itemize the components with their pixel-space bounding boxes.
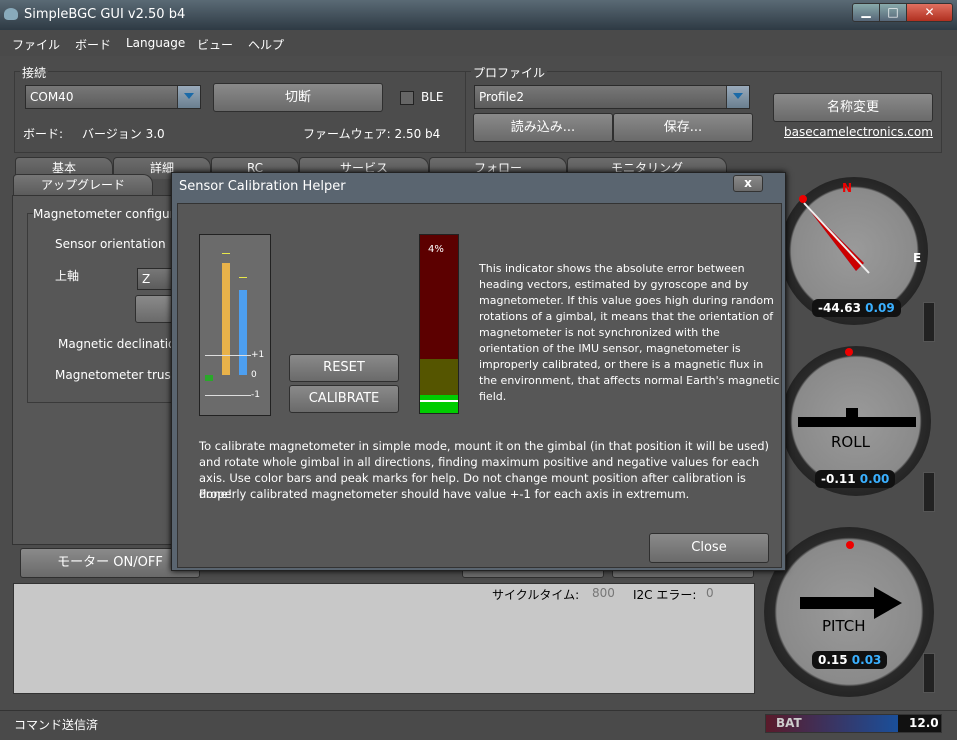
y-axis-bar [239, 290, 247, 375]
profile-select[interactable]: Profile2 [474, 85, 750, 109]
pitch-side-bar [923, 653, 935, 693]
heading-value-2: 0.09 [865, 301, 895, 315]
indicator-description: This indicator shows the absolute error … [479, 262, 780, 403]
top-axis-label: 上軸 [55, 269, 80, 283]
roll-label: ROLL [831, 433, 870, 451]
roll-side-bar [923, 472, 935, 512]
port-select[interactable]: COM40 [25, 85, 201, 109]
ble-checkbox[interactable] [400, 91, 414, 105]
menu-board[interactable]: ボード [75, 36, 111, 53]
calibration-dialog: Sensor Calibration Helper x +1 0 -1 4% R… [171, 172, 786, 571]
chevron-down-icon [726, 86, 749, 108]
roll-center-icon [846, 408, 858, 420]
heading-value-1: -44.63 [818, 301, 861, 315]
disconnect-button[interactable]: 切断 [213, 83, 383, 112]
error-percent: 4% [428, 244, 444, 255]
save-profile-button[interactable]: 保存... [613, 113, 753, 142]
close-window-button[interactable]: ✕ [906, 3, 953, 22]
board-version: バージョン 3.0 [82, 127, 165, 141]
status-text: コマンド送信済 [14, 718, 99, 732]
x-axis-bar [222, 263, 230, 375]
top-axis-value: Z [142, 272, 151, 286]
port-value: COM40 [30, 90, 74, 104]
pitch-marker-icon [846, 541, 854, 549]
maximize-button[interactable]: □ [879, 3, 907, 22]
connection-label: 接続 [20, 64, 49, 81]
mag-config-title: Magnetometer configurati [33, 207, 190, 221]
load-profile-button[interactable]: 読み込み... [473, 113, 613, 142]
cycle-time-label: サイクルタイム: [492, 588, 580, 602]
error-indicator: 4% [419, 234, 459, 414]
dialog-close-x-button[interactable]: x [733, 175, 763, 192]
profile-value: Profile2 [479, 90, 524, 104]
calibrate-button[interactable]: CALIBRATE [289, 385, 399, 413]
app-icon [4, 8, 18, 20]
menu-language[interactable]: Language [126, 36, 185, 50]
firmware-version: ファームウェア: 2.50 b4 [303, 127, 441, 141]
minimize-button[interactable]: ▁ [852, 3, 880, 22]
menu-view[interactable]: ビュー [197, 36, 233, 53]
declination-label: Magnetic declination [58, 337, 183, 351]
roll-value-1: -0.11 [821, 472, 856, 486]
i2c-error-value: 0 [706, 586, 714, 600]
pitch-label: PITCH [822, 617, 866, 635]
title-bar: SimpleBGC GUI v2.50 b4 ▁ □ ✕ [0, 0, 957, 30]
dialog-title: Sensor Calibration Helper [179, 179, 346, 194]
x-axis-peak [222, 253, 230, 254]
cycle-time-value: 800 [592, 586, 615, 600]
sensor-orientation-label: Sensor orientation [55, 237, 166, 251]
y-axis-peak [239, 277, 247, 278]
pitch-value-2: 0.03 [851, 653, 882, 667]
roll-marker-icon [845, 348, 853, 356]
pitch-arrow-icon [800, 587, 902, 619]
heading-east-label: E [913, 251, 922, 265]
error-olive-zone [420, 359, 458, 395]
website-link[interactable]: basecamelectronics.com [784, 125, 933, 139]
menu-file[interactable]: ファイル [12, 36, 60, 53]
axis-label-plus-one: +1 [251, 350, 265, 360]
heading-side-bar [923, 302, 935, 342]
roll-gauge: ROLL -0.11 0.00 [781, 346, 931, 496]
battery-label: BAT [776, 716, 802, 730]
roll-value-2: 0.00 [859, 472, 890, 486]
ble-label: BLE [421, 90, 444, 104]
pitch-value-1: 0.15 [818, 653, 848, 667]
pitch-values: 0.15 0.03 [812, 651, 888, 669]
plus-one-line [205, 355, 251, 356]
compass-needle-icon [803, 202, 870, 274]
menu-help[interactable]: ヘルプ [248, 36, 284, 53]
battery-bar: BAT 12.0 [765, 714, 942, 733]
reset-button[interactable]: RESET [289, 354, 399, 382]
tab-upgrade[interactable]: アップグレード [13, 174, 153, 196]
i2c-error-label: I2C エラー: [633, 588, 697, 602]
axis-label-minus-one: -1 [251, 390, 260, 400]
calibration-note: Properly calibrated magnetometer should … [199, 487, 690, 501]
error-level-mark [420, 400, 458, 402]
axis-label-zero: 0 [251, 370, 257, 380]
minus-one-line [205, 395, 251, 396]
menu-bar: ファイル ボード Language ビュー ヘルプ [0, 30, 957, 56]
dialog-body: +1 0 -1 4% RESET CALIBRATE This indicato… [177, 203, 782, 568]
z-axis-bar [205, 375, 213, 381]
trust-label: Magnetometer trust: [55, 368, 180, 382]
rename-profile-button[interactable]: 名称変更 [773, 93, 933, 122]
heading-dot-icon [799, 195, 807, 203]
profile-label: プロファイル [471, 64, 548, 81]
heading-values: -44.63 0.09 [812, 299, 901, 317]
roll-values: -0.11 0.00 [815, 470, 896, 488]
battery-value: 12.0 [909, 716, 939, 730]
axis-bars-panel: +1 0 -1 [199, 234, 271, 416]
chevron-down-icon [177, 86, 200, 108]
window-title: SimpleBGC GUI v2.50 b4 [24, 7, 186, 22]
pitch-gauge: PITCH 0.15 0.03 [764, 527, 934, 697]
dialog-close-button[interactable]: Close [649, 533, 769, 563]
heading-gauge: N E -44.63 0.09 [780, 177, 928, 325]
error-green-zone [420, 395, 458, 413]
board-label: ボード: [23, 127, 64, 141]
